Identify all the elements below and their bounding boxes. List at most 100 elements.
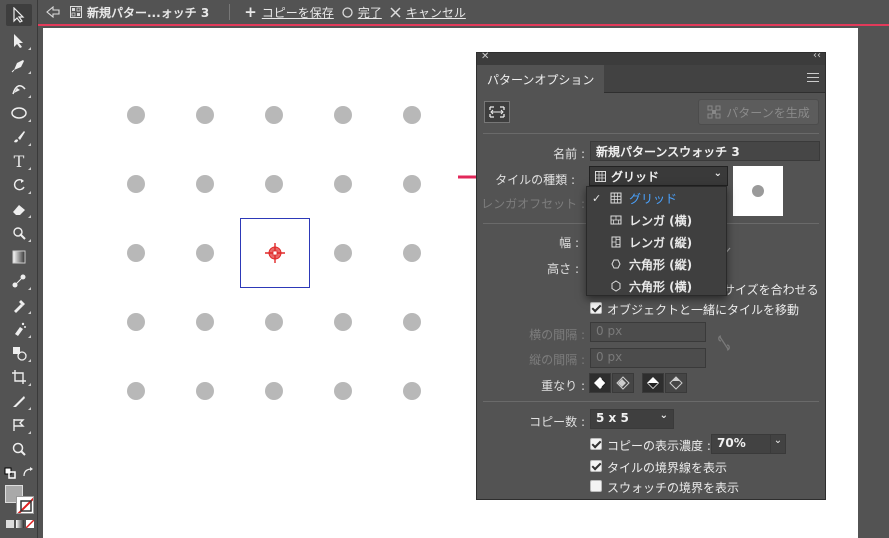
dim-copies-label: コピーの表示濃度 :: [607, 439, 711, 453]
color-mode-icon[interactable]: [6, 520, 14, 528]
brick-by-row-icon: [610, 215, 622, 225]
divider: [483, 401, 819, 402]
symbol-sprayer-tool-icon[interactable]: [6, 318, 32, 340]
divider: [483, 133, 819, 134]
overlap-top-in-front-button[interactable]: [642, 373, 664, 393]
copies-select[interactable]: 5 x 5 ⌄: [590, 409, 674, 429]
artboard-tool-icon[interactable]: [6, 366, 32, 388]
tile-type-menu: ✓ グリッド レンガ (横) レンガ (縦) 六角形 (縦) 六角形 (横): [586, 186, 727, 296]
link-spacing-icon[interactable]: [717, 334, 731, 352]
zoom-tool-icon[interactable]: [6, 438, 32, 460]
grid-tile-icon: [610, 192, 622, 204]
cancel-button[interactable]: キャンセル: [390, 4, 466, 21]
menu-item-label: グリッド: [629, 191, 678, 206]
h-spacing-label: 横の間隔 :: [529, 328, 585, 342]
pattern-dot: [265, 106, 283, 124]
direct-selection-tool-icon[interactable]: [6, 30, 32, 52]
overlap-left-in-front-button[interactable]: [589, 373, 611, 393]
overlap-label: 重なり :: [541, 379, 585, 393]
name-input[interactable]: 新規パターンスウォッチ 3: [590, 141, 820, 161]
save-copy-button[interactable]: + コピーを保存: [244, 3, 334, 21]
menu-item-brick-by-column[interactable]: レンガ (縦): [587, 231, 726, 253]
pattern-dot: [196, 244, 214, 262]
pattern-dot: [127, 106, 145, 124]
paintbrush-tool-icon[interactable]: [6, 126, 32, 148]
stroke-swatch-none[interactable]: [16, 496, 34, 514]
pattern-dot: [334, 244, 352, 262]
x-icon: [390, 6, 401, 18]
none-mode-icon[interactable]: [26, 520, 34, 528]
tile-type-select[interactable]: グリッド ⌄: [589, 166, 728, 186]
name-label: 名前 :: [553, 147, 585, 161]
type-tool-icon[interactable]: T: [6, 150, 32, 172]
preview-dot: [752, 185, 764, 197]
dim-copies-checkbox[interactable]: [590, 438, 602, 450]
menu-item-label: 六角形 (横): [629, 279, 693, 294]
pattern-dot: [127, 313, 145, 331]
menu-item-hex-by-column[interactable]: 六角形 (縦): [587, 253, 726, 275]
slice-tool-icon[interactable]: [6, 390, 32, 412]
circle-icon: [342, 6, 353, 18]
pattern-swatch-icon: [70, 6, 82, 18]
ellipse-tool-icon[interactable]: [6, 102, 32, 124]
default-fill-stroke-icon[interactable]: [2, 462, 18, 484]
width-label: 幅 :: [559, 236, 579, 250]
graph-tool-icon[interactable]: [6, 414, 32, 436]
menu-item-brick-by-row[interactable]: レンガ (横): [587, 209, 726, 231]
plus-icon: +: [244, 3, 257, 21]
eraser-tool-icon[interactable]: [6, 198, 32, 220]
selection-tool-icon[interactable]: [6, 4, 32, 26]
menu-item-grid[interactable]: ✓ グリッド: [587, 187, 726, 209]
gradient-tool-icon[interactable]: [6, 246, 32, 268]
close-panel-icon[interactable]: ✕: [481, 51, 489, 62]
menu-item-label: 六角形 (縦): [629, 257, 693, 272]
document-name: 新規パター...ォッチ 3: [87, 5, 210, 20]
pen-tool-icon[interactable]: [6, 54, 32, 76]
overlap-bottom-in-front-button[interactable]: [665, 373, 687, 393]
chevron-down-icon: ⌄: [773, 435, 783, 446]
pattern-dot: [403, 313, 421, 331]
color-mode-buttons[interactable]: [6, 520, 36, 530]
selected-dot-origin[interactable]: [265, 243, 285, 263]
pattern-dot: [334, 313, 352, 331]
tab-pattern-options[interactable]: パターンオプション: [477, 65, 605, 93]
checkmark-icon: ✓: [592, 191, 602, 205]
dim-copies-dropdown-button[interactable]: ⌄: [770, 434, 786, 454]
eyedropper-tool-icon[interactable]: [6, 294, 32, 316]
pattern-dot: [334, 106, 352, 124]
collapse-panel-icon[interactable]: ‹‹: [813, 50, 821, 61]
save-copy-label: コピーを保存: [261, 5, 334, 20]
move-tile-label: オブジェクトと一緒にタイルを移動: [607, 303, 800, 317]
warp-tool-icon[interactable]: [6, 222, 32, 244]
swap-fill-stroke-icon[interactable]: [20, 462, 36, 484]
panel-tab-strip: パターンオプション: [477, 65, 825, 93]
tools-panel: T: [0, 0, 38, 538]
generate-pattern-button[interactable]: パターンを生成: [698, 99, 819, 125]
tile-edit-tool-button[interactable]: [484, 101, 510, 123]
rotate-tool-icon[interactable]: [6, 174, 32, 196]
done-button[interactable]: 完了: [342, 4, 382, 21]
back-arrow-button[interactable]: [46, 6, 60, 18]
menu-item-hex-by-row[interactable]: 六角形 (横): [587, 275, 726, 297]
hexagon-row-icon: [611, 280, 621, 292]
pattern-dot: [265, 382, 283, 400]
shape-builder-tool-icon[interactable]: [6, 342, 32, 364]
fill-stroke-swatches[interactable]: [4, 484, 36, 516]
pattern-preview-swatch: [733, 166, 783, 216]
pattern-dot: [265, 175, 283, 193]
fit-size-label: サイズを合わせる: [723, 283, 819, 297]
dim-copies-input[interactable]: 70%: [711, 434, 771, 454]
blend-tool-icon[interactable]: [6, 270, 32, 292]
curvature-tool-icon[interactable]: [6, 78, 32, 100]
v-spacing-input[interactable]: 0 px: [590, 348, 706, 368]
pattern-dot: [403, 382, 421, 400]
overlap-right-in-front-button[interactable]: [612, 373, 634, 393]
move-tile-checkbox[interactable]: [590, 302, 602, 314]
panel-menu-icon[interactable]: [807, 73, 819, 83]
cancel-label: キャンセル: [405, 5, 466, 20]
gradient-mode-icon[interactable]: [16, 520, 24, 528]
show-swatch-bounds-checkbox[interactable]: [590, 480, 602, 492]
h-spacing-input[interactable]: 0 px: [590, 322, 706, 342]
show-tile-edge-checkbox[interactable]: [590, 460, 602, 472]
document-crumb[interactable]: 新規パター...ォッチ 3: [70, 4, 209, 21]
